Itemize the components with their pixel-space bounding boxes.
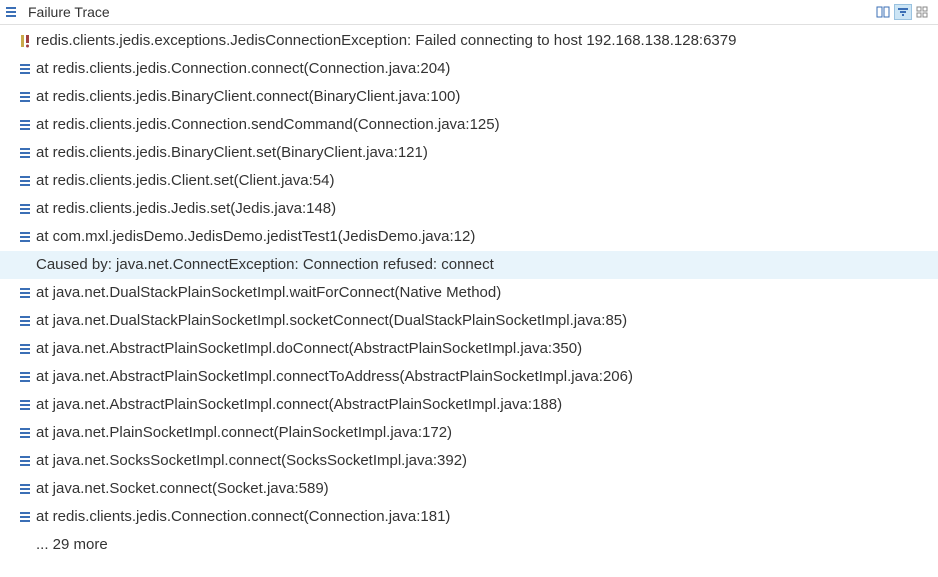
- trace-row[interactable]: at redis.clients.jedis.BinaryClient.conn…: [0, 83, 938, 111]
- trace-text: at redis.clients.jedis.Connection.connec…: [36, 57, 450, 81]
- frames-button[interactable]: [914, 4, 932, 20]
- trace-row[interactable]: at java.net.DualStackPlainSocketImpl.soc…: [0, 307, 938, 335]
- trace-row[interactable]: at redis.clients.jedis.Connection.sendCo…: [0, 111, 938, 139]
- trace-row[interactable]: Caused by: java.net.ConnectException: Co…: [0, 251, 938, 279]
- trace-text: at java.net.AbstractPlainSocketImpl.doCo…: [36, 337, 582, 361]
- trace-text: at java.net.AbstractPlainSocketImpl.conn…: [36, 393, 562, 417]
- trace-text: at java.net.PlainSocketImpl.connect(Plai…: [36, 421, 452, 445]
- trace-text: at java.net.DualStackPlainSocketImpl.soc…: [36, 309, 627, 333]
- stack-icon: [18, 202, 32, 216]
- stack-icon: [4, 5, 18, 19]
- stack-icon: [18, 90, 32, 104]
- trace-text: at com.mxl.jedisDemo.JedisDemo.jedistTes…: [36, 225, 475, 249]
- compare-button[interactable]: [874, 4, 892, 20]
- trace-row[interactable]: at redis.clients.jedis.Client.set(Client…: [0, 167, 938, 195]
- stack-icon: [18, 174, 32, 188]
- trace-row[interactable]: at com.mxl.jedisDemo.JedisDemo.jedistTes…: [0, 223, 938, 251]
- trace-row[interactable]: at redis.clients.jedis.BinaryClient.set(…: [0, 139, 938, 167]
- trace-text: at redis.clients.jedis.Client.set(Client…: [36, 169, 334, 193]
- trace-text: at redis.clients.jedis.BinaryClient.set(…: [36, 141, 428, 165]
- stack-icon: [18, 230, 32, 244]
- trace-text: at java.net.AbstractPlainSocketImpl.conn…: [36, 365, 633, 389]
- stack-icon: [18, 314, 32, 328]
- trace-text: Caused by: java.net.ConnectException: Co…: [36, 253, 494, 277]
- stack-icon: [18, 510, 32, 524]
- trace-row[interactable]: at java.net.AbstractPlainSocketImpl.conn…: [0, 391, 938, 419]
- trace-row[interactable]: at java.net.AbstractPlainSocketImpl.conn…: [0, 363, 938, 391]
- stack-icon: [18, 426, 32, 440]
- stack-icon: [18, 342, 32, 356]
- stack-icon: [18, 62, 32, 76]
- trace-list: redis.clients.jedis.exceptions.JedisConn…: [0, 25, 938, 559]
- panel-title: Failure Trace: [28, 4, 110, 20]
- stack-icon: [18, 146, 32, 160]
- trace-row[interactable]: at java.net.SocksSocketImpl.connect(Sock…: [0, 447, 938, 475]
- blank-icon: [18, 258, 32, 272]
- trace-text: at redis.clients.jedis.Jedis.set(Jedis.j…: [36, 197, 336, 221]
- trace-text: at redis.clients.jedis.Connection.connec…: [36, 505, 450, 529]
- trace-text: at java.net.DualStackPlainSocketImpl.wai…: [36, 281, 501, 305]
- trace-row[interactable]: at java.net.PlainSocketImpl.connect(Plai…: [0, 419, 938, 447]
- trace-text: at java.net.SocksSocketImpl.connect(Sock…: [36, 449, 467, 473]
- stack-icon: [18, 398, 32, 412]
- trace-row[interactable]: redis.clients.jedis.exceptions.JedisConn…: [0, 27, 938, 55]
- trace-row[interactable]: at redis.clients.jedis.Connection.connec…: [0, 55, 938, 83]
- filter-button[interactable]: [894, 4, 912, 20]
- stack-icon: [18, 482, 32, 496]
- panel-header: Failure Trace: [0, 0, 938, 25]
- trace-text: at java.net.Socket.connect(Socket.java:5…: [36, 477, 329, 501]
- stack-icon: [18, 286, 32, 300]
- header-toolbar: [874, 4, 932, 20]
- trace-row[interactable]: at redis.clients.jedis.Connection.connec…: [0, 503, 938, 531]
- trace-text: at redis.clients.jedis.Connection.sendCo…: [36, 113, 500, 137]
- trace-text: at redis.clients.jedis.BinaryClient.conn…: [36, 85, 460, 109]
- trace-text: redis.clients.jedis.exceptions.JedisConn…: [36, 29, 736, 53]
- exception-icon: [18, 34, 32, 48]
- stack-icon: [18, 454, 32, 468]
- trace-row[interactable]: at java.net.AbstractPlainSocketImpl.doCo…: [0, 335, 938, 363]
- trace-more[interactable]: ... 29 more: [0, 531, 938, 559]
- stack-icon: [18, 370, 32, 384]
- trace-row[interactable]: at java.net.DualStackPlainSocketImpl.wai…: [0, 279, 938, 307]
- stack-icon: [18, 118, 32, 132]
- trace-row[interactable]: at java.net.Socket.connect(Socket.java:5…: [0, 475, 938, 503]
- trace-row[interactable]: at redis.clients.jedis.Jedis.set(Jedis.j…: [0, 195, 938, 223]
- header-left: Failure Trace: [4, 4, 110, 20]
